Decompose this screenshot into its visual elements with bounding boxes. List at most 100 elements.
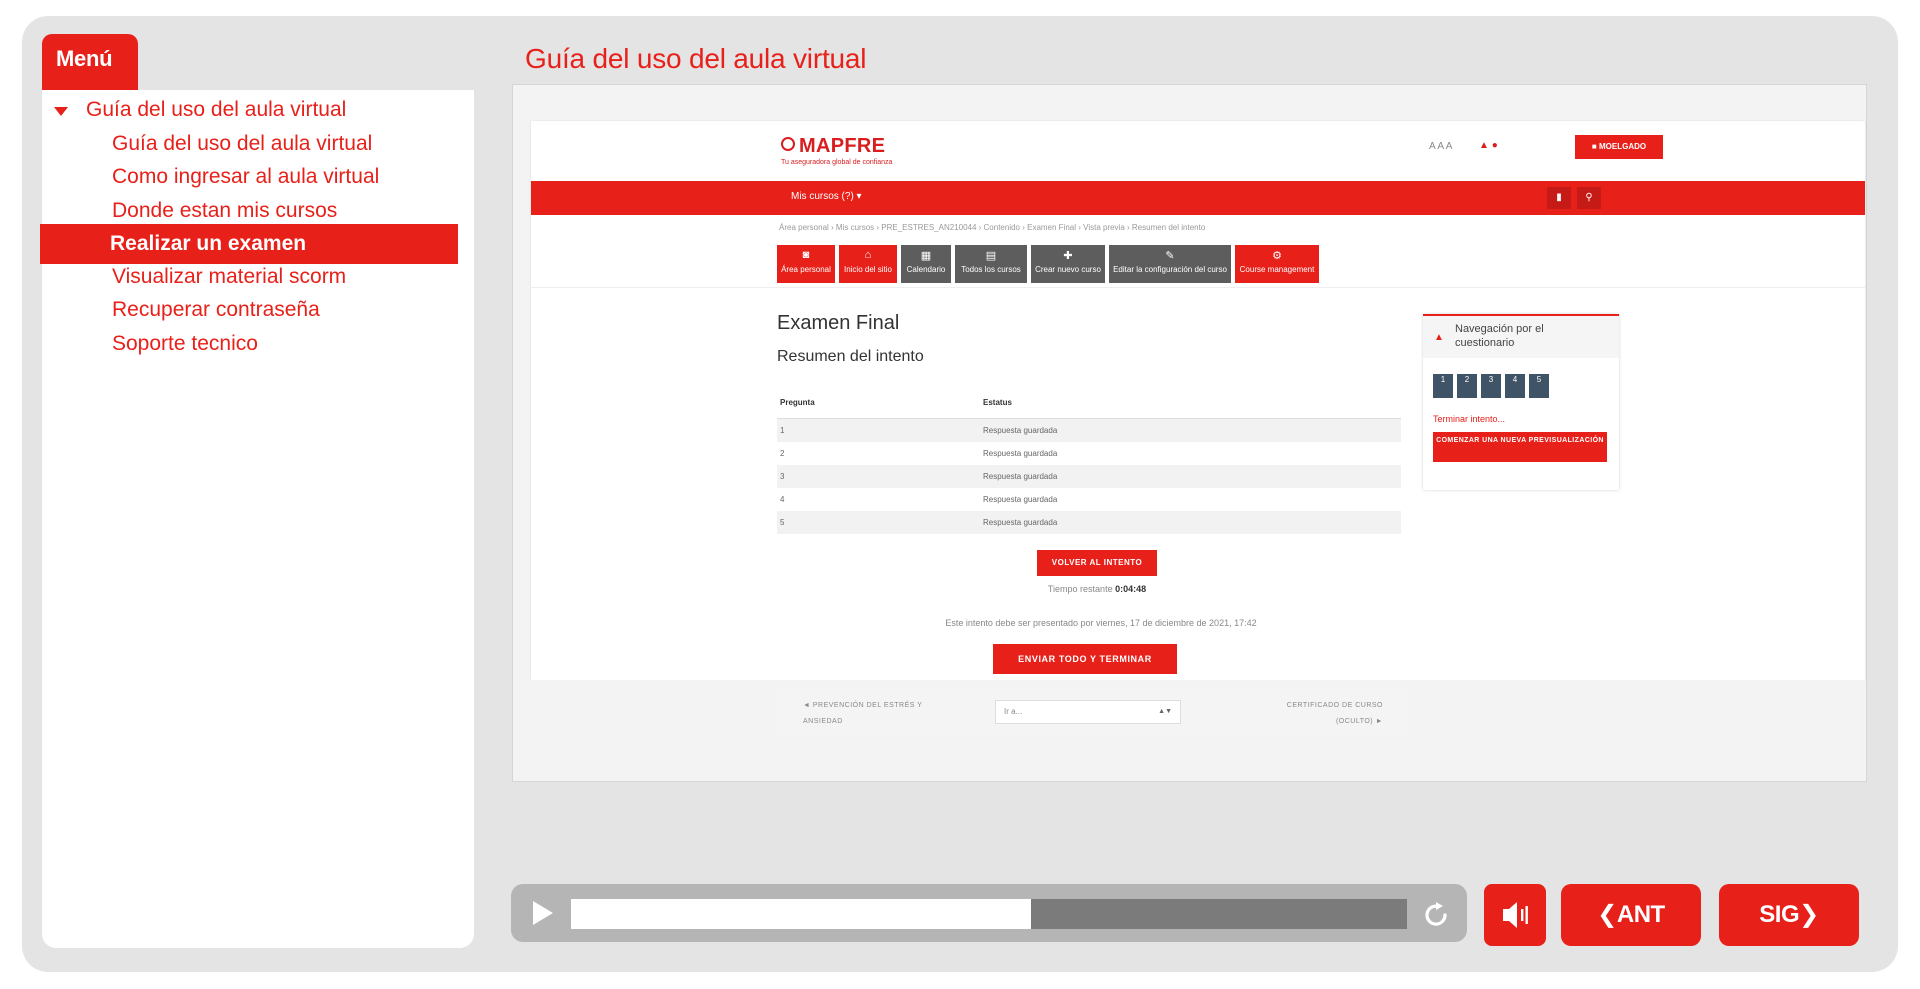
return-attempt-button: VOLVER AL INTENTO xyxy=(1037,550,1157,576)
jump-to-value: Ir a... xyxy=(1004,707,1023,716)
app-frame: Menú Guía del uso del aula virtual Guía … xyxy=(22,16,1898,972)
lesson-screenshot: MAPFRE Tu aseguradora global de confianz… xyxy=(531,121,1865,736)
tool-inicio-sitio: ⌂ Inicio del sitio xyxy=(839,245,897,283)
edit-icon: ✎ xyxy=(1165,250,1175,262)
audio-button[interactable] xyxy=(1484,884,1546,946)
player-bar xyxy=(511,884,1467,942)
next-activity-link: CERTIFICADO DE CURSO (OCULTO) ► xyxy=(1286,702,1383,725)
jump-to-select: Ir a... ▲▼ xyxy=(995,700,1181,724)
time-label: Tiempo restante xyxy=(1047,584,1113,594)
new-preview-button: COMENZAR UNA NUEVA PREVISUALIZACIÓN xyxy=(1433,432,1607,462)
content-title: Guía del uso del aula virtual xyxy=(525,43,867,74)
tool-todos-cursos: ▤ Todos los cursos xyxy=(955,245,1027,283)
table-header: Pregunta Estatus xyxy=(777,388,1401,419)
row-question: 1 xyxy=(780,426,785,435)
mapfre-logo-text: MAPFRE xyxy=(799,135,886,157)
row-question: 2 xyxy=(780,449,785,458)
previous-label: ANT xyxy=(1616,901,1665,928)
mapfre-logo-icon xyxy=(781,137,795,151)
row-status: Respuesta guardada xyxy=(983,449,1058,458)
previous-activity-link: ◄ PREVENCIÓN DEL ESTRÉS Y ANSIEDAD xyxy=(803,702,923,725)
user-menu-label: MOELGADO xyxy=(1598,142,1647,151)
row-status: Respuesta guardada xyxy=(983,472,1058,481)
quiz-nav-title: Navegación por el cuestionario xyxy=(1455,323,1544,349)
submit-all-button: ENVIAR TODO Y TERMINAR xyxy=(993,644,1177,674)
table-row: 3 Respuesta guardada xyxy=(777,465,1401,488)
select-arrows-icon: ▲▼ xyxy=(1158,708,1172,715)
menu-item-soporte[interactable]: Soporte tecnico xyxy=(42,324,474,364)
dashboard-icon: ◙ xyxy=(802,249,810,261)
home-icon: ⌂ xyxy=(864,249,872,261)
tool-course-management: ⚙ Course management xyxy=(1235,245,1319,283)
menu-list: Guía del uso del aula virtual Guía del u… xyxy=(40,90,474,948)
tool-crear-curso: ✚ Crear nuevo curso xyxy=(1031,245,1105,283)
table-row: 2 Respuesta guardada xyxy=(777,442,1401,465)
summary-table: Pregunta Estatus 1 Respuesta guardada 2 Re… xyxy=(777,388,1401,534)
caret-down-icon xyxy=(54,107,68,116)
chevron-left-icon: ❮ xyxy=(1597,901,1617,928)
next-button[interactable]: SIG❯ xyxy=(1719,884,1859,946)
row-status: Respuesta guardada xyxy=(983,426,1058,435)
bell-icon: ▲ xyxy=(1479,140,1489,151)
exam-subtitle: Resumen del intento xyxy=(777,348,924,365)
row-status: Respuesta guardada xyxy=(983,518,1058,527)
question-box: 5 xyxy=(1529,374,1549,398)
plus-icon: ✚ xyxy=(1063,250,1073,262)
tool-label: Crear nuevo curso xyxy=(1035,265,1101,274)
time-remaining: Tiempo restante 0:04:48 xyxy=(987,584,1207,594)
tool-label: Todos los cursos xyxy=(961,265,1021,274)
due-note: Este intento debe ser presentado por vie… xyxy=(945,618,1257,628)
inner-navbar: Mis cursos (?) ▾ ▮ ⚲ xyxy=(531,181,1865,215)
pin-icon: ▲ xyxy=(1434,332,1444,343)
bookmark-icon: ▮ xyxy=(1547,187,1571,209)
tool-editar-configuracion: ✎ Editar la configuración del curso xyxy=(1109,245,1231,283)
courses-icon: ▤ xyxy=(985,250,997,262)
tool-area-personal: ◙ Área personal xyxy=(777,245,835,283)
progress-fill xyxy=(571,899,1031,929)
table-row: 5 Respuesta guardada xyxy=(777,511,1401,534)
inner-body: Examen Final Resumen del intento Pregunt… xyxy=(531,287,1865,736)
question-box: 3 xyxy=(1481,374,1501,398)
font-size-control: A A A xyxy=(1429,141,1453,152)
header-status: Estatus xyxy=(983,398,1012,407)
row-question: 3 xyxy=(780,472,785,481)
tool-label: Editar la configuración del curso xyxy=(1113,265,1227,274)
row-question: 4 xyxy=(780,495,785,504)
question-box: 1 xyxy=(1433,374,1453,398)
tool-label: Inicio del sitio xyxy=(843,265,893,274)
progress-track[interactable] xyxy=(571,899,1407,929)
table-row: 4 Respuesta guardada xyxy=(777,488,1401,511)
tool-calendario: ▦ Calendario xyxy=(901,245,951,283)
chat-icon: ● xyxy=(1491,140,1498,151)
inner-header: MAPFRE Tu aseguradora global de confianz… xyxy=(531,121,1865,181)
mapfre-logo: MAPFRE xyxy=(781,135,885,158)
row-status: Respuesta guardada xyxy=(983,495,1058,504)
exam-title: Examen Final xyxy=(777,312,900,334)
calendar-icon: ▦ xyxy=(920,250,932,262)
replay-icon[interactable] xyxy=(1421,900,1451,930)
menu-tab[interactable]: Menú xyxy=(42,34,138,90)
quiz-nav-header: ▲ Navegación por el cuestionario xyxy=(1423,314,1619,358)
speaker-icon xyxy=(1503,902,1528,928)
tool-label: Course management xyxy=(1239,265,1315,274)
mapfre-tagline: Tu aseguradora global de confianza xyxy=(781,159,893,166)
row-question: 5 xyxy=(780,518,785,527)
previous-button[interactable]: ❮ANT xyxy=(1561,884,1701,946)
header-question: Pregunta xyxy=(780,398,815,407)
play-icon[interactable] xyxy=(533,901,553,925)
question-box: 2 xyxy=(1457,374,1477,398)
user-menu-button: ■ MOELGADO xyxy=(1575,135,1663,159)
next-label: SIG xyxy=(1759,901,1800,928)
content-panel: MAPFRE Tu aseguradora global de confianz… xyxy=(512,84,1867,782)
table-body: 1 Respuesta guardada 2 Respuesta guardada … xyxy=(777,419,1401,534)
user-icon: ■ xyxy=(1591,142,1597,151)
tool-label: Calendario xyxy=(906,265,946,274)
chevron-right-icon: ❯ xyxy=(1799,901,1819,928)
search-icon: ⚲ xyxy=(1577,187,1601,209)
activity-navigation: ◄ PREVENCIÓN DEL ESTRÉS Y ANSIEDAD Ir a.… xyxy=(777,688,1401,736)
breadcrumb: Área personal › Mis cursos › PRE_ESTRES_… xyxy=(779,223,1206,232)
time-value: 0:04:48 xyxy=(1115,584,1147,594)
quiz-navigation-block: ▲ Navegación por el cuestionario 1 2 3 4… xyxy=(1423,314,1619,490)
menu-section-label: Guía del uso del aula virtual xyxy=(86,98,347,121)
gears-icon: ⚙ xyxy=(1272,250,1282,262)
